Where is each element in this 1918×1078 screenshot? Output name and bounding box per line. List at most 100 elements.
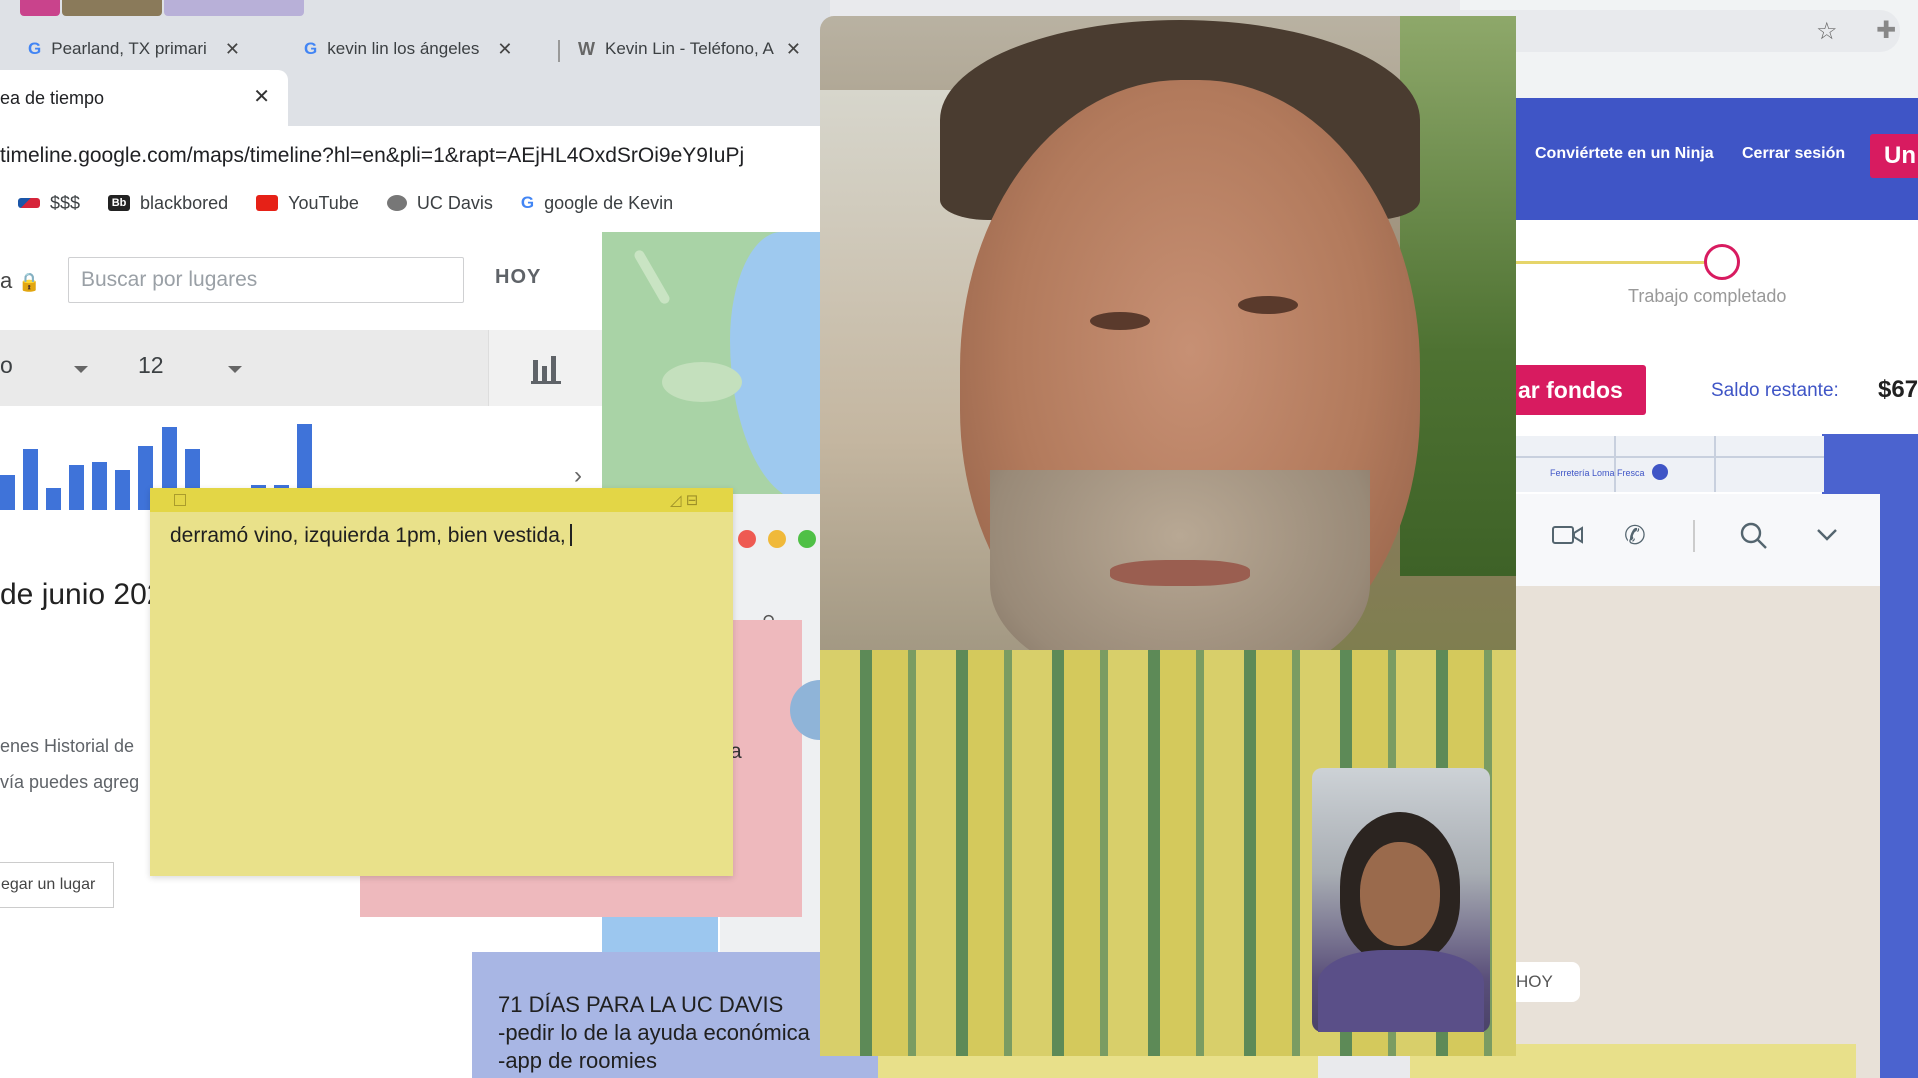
sticky-note-text[interactable]: derramó vino, izquierda 1pm, bien vestid…	[170, 524, 572, 548]
minimize-window-button[interactable]	[768, 530, 786, 548]
bookmarks-bar: $$$ Bb blackbored YouTube UC Davis G goo…	[0, 184, 830, 222]
month-select[interactable]: o	[0, 352, 13, 379]
activity-bar[interactable]	[23, 449, 39, 510]
progress-marker	[1704, 244, 1740, 280]
video-icon-svg	[1552, 526, 1583, 544]
button-label: ar fondos	[1518, 376, 1623, 403]
chart-toggle-button[interactable]	[488, 330, 603, 406]
date-chip: HOY	[1510, 962, 1580, 1002]
nav-become-ninja[interactable]: Conviértete en un Ninja	[1535, 145, 1714, 163]
sticky-resize-icon[interactable]: ◿ ⊟	[670, 491, 698, 509]
tab-pearland[interactable]: G Pearland, TX primari ✕	[28, 36, 240, 62]
map-view[interactable]	[602, 232, 830, 502]
google-icon: G	[520, 193, 535, 212]
tab-thumbnail	[62, 0, 162, 16]
sticky-title-bar[interactable]	[150, 488, 733, 512]
google-icon: G	[304, 39, 318, 58]
phone-icon[interactable]: ✆	[1624, 520, 1646, 551]
maximize-window-button[interactable]	[798, 530, 816, 548]
bb-icon: Bb	[108, 195, 131, 211]
map-road	[1714, 436, 1716, 492]
video-person-mouth	[1110, 560, 1250, 586]
note-line: 71 DÍAS PARA LA UC DAVIS	[498, 992, 784, 1017]
tab-label: Pearland, TX primari	[51, 39, 207, 58]
sticky-close-icon[interactable]	[174, 494, 186, 506]
chat-area	[1514, 586, 1880, 1078]
mini-map[interactable]	[1514, 436, 1824, 492]
timeline-title-fragment: a 🔒	[0, 268, 41, 294]
timeline-day-heading: de junio 202	[0, 578, 164, 611]
balance-value: $67	[1878, 376, 1918, 403]
map-place-label: Ferretería Loma Fresca	[1550, 468, 1645, 478]
today-button[interactable]: HOY	[495, 266, 541, 289]
map-road	[1614, 436, 1616, 492]
puzzle-icon[interactable]: ✚	[1876, 16, 1896, 45]
map-pin-icon[interactable]	[1652, 464, 1668, 480]
chevron-svg	[1817, 529, 1837, 541]
search-icon-svg	[1740, 522, 1767, 549]
google-icon: G	[28, 39, 42, 58]
tab-label: kevin lin los ángeles	[327, 39, 480, 58]
empty-message-line: enes Historial de	[0, 736, 135, 756]
tab-timeline[interactable]: ea de tiempo ✕	[0, 70, 288, 126]
search-places-input[interactable]: Buscar por lugares	[68, 257, 464, 303]
bookmark-youtube[interactable]: YouTube	[256, 193, 359, 214]
button-label: egar un lugar	[1, 876, 96, 893]
video-call-icon[interactable]	[1552, 522, 1584, 553]
map-park	[662, 362, 742, 402]
day-select[interactable]: 12	[138, 352, 164, 379]
button-label: Un	[1884, 142, 1916, 169]
progress-track	[1490, 261, 1710, 264]
close-icon[interactable]: ✕	[786, 39, 801, 60]
ucdavis-icon	[386, 195, 407, 211]
video-person-eye	[1090, 312, 1150, 330]
url-bar[interactable]: timeline.google.com/maps/timeline?hl=en&…	[0, 136, 830, 176]
star-icon[interactable]: ☆	[1816, 17, 1838, 46]
map-water	[730, 232, 830, 502]
url-text: timeline.google.com/maps/timeline?hl=en&…	[0, 144, 745, 167]
video-background-plants	[1400, 16, 1516, 576]
title-text: a	[0, 268, 13, 293]
lock-icon: 🔒	[18, 272, 41, 292]
activity-bar[interactable]	[115, 470, 131, 510]
tab-label: Kevin Lin - Teléfono, A	[605, 39, 774, 58]
balance-label: Saldo restante:	[1711, 380, 1839, 401]
tab-kevin-lin[interactable]: G kevin lin los ángeles ✕	[304, 36, 512, 62]
bookmark-blackbored[interactable]: Bb blackbored	[108, 193, 228, 214]
bookmark-label: YouTube	[288, 192, 359, 213]
close-icon[interactable]: ✕	[253, 84, 270, 109]
header-divider	[1693, 520, 1695, 552]
w-icon: W	[578, 38, 595, 59]
tab-label: ea de tiempo	[0, 87, 105, 108]
tab-strip: G Pearland, TX primari ✕ G kevin lin los…	[0, 0, 830, 62]
search-icon[interactable]	[1740, 522, 1768, 555]
empty-message-line: vía puedes agreg	[0, 772, 140, 792]
nav-logout[interactable]: Cerrar sesión	[1742, 145, 1845, 163]
tab-thumbnail	[20, 0, 60, 16]
self-view-body	[1318, 950, 1484, 1032]
close-icon[interactable]: ✕	[225, 39, 240, 60]
tab-kevin-phone[interactable]: W Kevin Lin - Teléfono, A ✕	[578, 36, 801, 62]
bank-icon	[18, 198, 40, 208]
activity-bar[interactable]	[92, 462, 108, 510]
chevron-down-icon[interactable]	[1816, 528, 1838, 547]
progress-label: Trabajo completado	[1628, 286, 1787, 306]
activity-bar[interactable]	[0, 475, 15, 510]
close-window-button[interactable]	[738, 530, 756, 548]
chevron-right-icon[interactable]: ›	[574, 462, 582, 490]
activity-bar[interactable]	[69, 465, 85, 510]
search-placeholder: Buscar por lugares	[81, 268, 258, 291]
activity-bar[interactable]	[46, 488, 62, 510]
tab-divider	[558, 40, 560, 62]
bookmark-ucdavis[interactable]: UC Davis	[386, 193, 493, 214]
add-place-button[interactable]: egar un lugar	[0, 862, 114, 908]
nav-cta-button[interactable]: Un	[1870, 134, 1918, 178]
video-person-eye	[1238, 296, 1298, 314]
bookmark-google-kevin[interactable]: G google de Kevin	[521, 193, 673, 214]
map-road	[1514, 456, 1824, 458]
bookmark-money[interactable]: $$$	[18, 193, 80, 214]
bookmark-label: google de Kevin	[544, 192, 674, 213]
bookmark-label: blackbored	[140, 192, 229, 213]
close-icon[interactable]: ✕	[497, 39, 512, 60]
chevron-down-icon	[74, 366, 88, 373]
